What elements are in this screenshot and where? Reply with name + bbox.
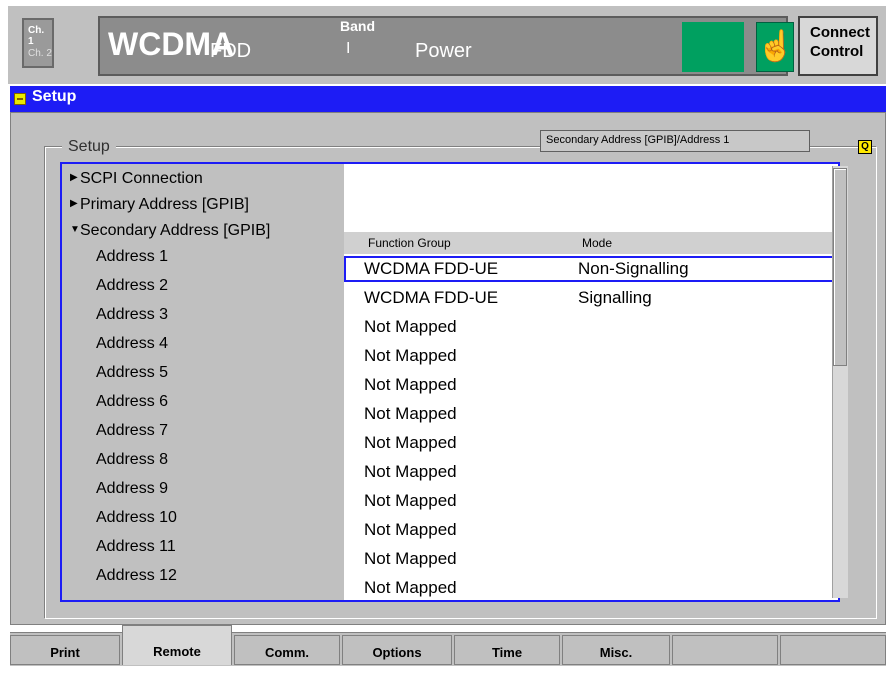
table-header: Function Group Mode [344, 232, 838, 254]
table-row[interactable]: Not Mapped [344, 401, 838, 427]
tab-comm[interactable]: Comm. [234, 635, 340, 665]
tab-time[interactable]: Time [454, 635, 560, 665]
main-panel: Setup Secondary Address [GPIB]/Address 1… [10, 112, 886, 625]
expand-arrow-icon: ▶ [70, 172, 78, 183]
selection-info: Secondary Address [GPIB]/Address 1 [540, 130, 810, 152]
column-function-group: Function Group [368, 236, 451, 250]
header-bar: Ch. 1 Ch. 2 WCDMA FDD Band I Power ☝ Con… [8, 6, 886, 84]
tree-item-scpi[interactable]: ▶ SCPI Connection [62, 168, 344, 192]
q-icon[interactable]: Q [858, 140, 872, 154]
tab-options[interactable]: Options [342, 635, 452, 665]
app-subtitle: FDD [210, 40, 252, 62]
tree-item-address[interactable]: Address 7 [62, 420, 344, 444]
tab-empty[interactable] [780, 635, 886, 665]
minimize-icon[interactable] [14, 93, 26, 105]
tab-remote[interactable]: Remote [122, 625, 232, 665]
scrollbar-thumb[interactable] [833, 168, 847, 366]
status-indicator [682, 22, 744, 72]
ch1-label: Ch. 1 [28, 25, 45, 47]
tree-item-address[interactable]: Address 10 [62, 507, 344, 531]
tree-item-address[interactable]: Address 9 [62, 478, 344, 502]
table-row[interactable]: WCDMA FDD-UE Signalling [344, 285, 838, 311]
hand-pointer-icon[interactable]: ☝ [756, 22, 794, 72]
settings-tree: ▶ SCPI Connection ▶ Primary Address [GPI… [60, 162, 848, 602]
tree-item-address[interactable]: Address 4 [62, 333, 344, 357]
table-row[interactable]: Not Mapped [344, 314, 838, 340]
setup-title-bar: Setup [10, 86, 886, 112]
table-row[interactable]: Not Mapped [344, 459, 838, 485]
tree-item-address[interactable]: Address 2 [62, 275, 344, 299]
softkey-tab-bar: Print Remote Comm. Options Time Misc. [10, 625, 886, 666]
connect-label: Connect [810, 24, 870, 41]
band-value: I [346, 40, 351, 57]
collapse-arrow-icon: ▼ [70, 224, 80, 235]
tab-print[interactable]: Print [10, 635, 120, 665]
expand-arrow-icon: ▶ [70, 198, 78, 209]
control-label: Control [810, 43, 864, 60]
tree-item-address[interactable]: Address 12 [62, 565, 344, 589]
tab-misc[interactable]: Misc. [562, 635, 670, 665]
tree-navigation: ▶ SCPI Connection ▶ Primary Address [GPI… [62, 164, 344, 600]
app-window: Ch. 1 Ch. 2 WCDMA FDD Band I Power ☝ Con… [0, 0, 894, 666]
column-mode: Mode [582, 236, 613, 250]
table-row[interactable]: Not Mapped [344, 575, 838, 601]
power-label: Power [415, 40, 472, 62]
tree-item-address[interactable]: Address 3 [62, 304, 344, 328]
tree-item-secondary[interactable]: ▼ Secondary Address [GPIB] [62, 220, 344, 244]
band-label: Band [340, 18, 375, 34]
title-panel: WCDMA FDD Band I Power ☝ [98, 16, 794, 76]
tree-item-address[interactable]: Address 1 [62, 246, 344, 270]
table-row[interactable]: Not Mapped [344, 517, 838, 543]
mapping-table: Function Group Mode WCDMA FDD-UE Non-Sign… [344, 164, 838, 600]
table-row[interactable]: Not Mapped [344, 343, 838, 369]
tree-item-primary[interactable]: ▶ Primary Address [GPIB] [62, 194, 344, 218]
setup-groupbox: Setup Secondary Address [GPIB]/Address 1… [45, 130, 877, 619]
tree-item-address[interactable]: Address 8 [62, 449, 344, 473]
table-row[interactable]: Not Mapped [344, 430, 838, 456]
table-row[interactable]: Not Mapped [344, 372, 838, 398]
tree-item-address[interactable]: Address 6 [62, 391, 344, 415]
table-row-selected[interactable]: WCDMA FDD-UE Non-Signalling [344, 256, 834, 282]
connect-control-button[interactable]: Connect Control [798, 16, 878, 76]
setup-title: Setup [32, 88, 77, 105]
table-row[interactable]: Not Mapped [344, 546, 838, 572]
vertical-scrollbar[interactable] [832, 166, 848, 598]
tree-item-address[interactable]: Address 5 [62, 362, 344, 386]
tree-item-address[interactable]: Address 11 [62, 536, 344, 560]
table-row[interactable]: Not Mapped [344, 488, 838, 514]
group-title: Setup [62, 138, 116, 156]
tab-empty[interactable] [672, 635, 778, 665]
ch2-label: Ch. 2 [28, 48, 52, 59]
channel-selector[interactable]: Ch. 1 Ch. 2 [22, 18, 54, 68]
